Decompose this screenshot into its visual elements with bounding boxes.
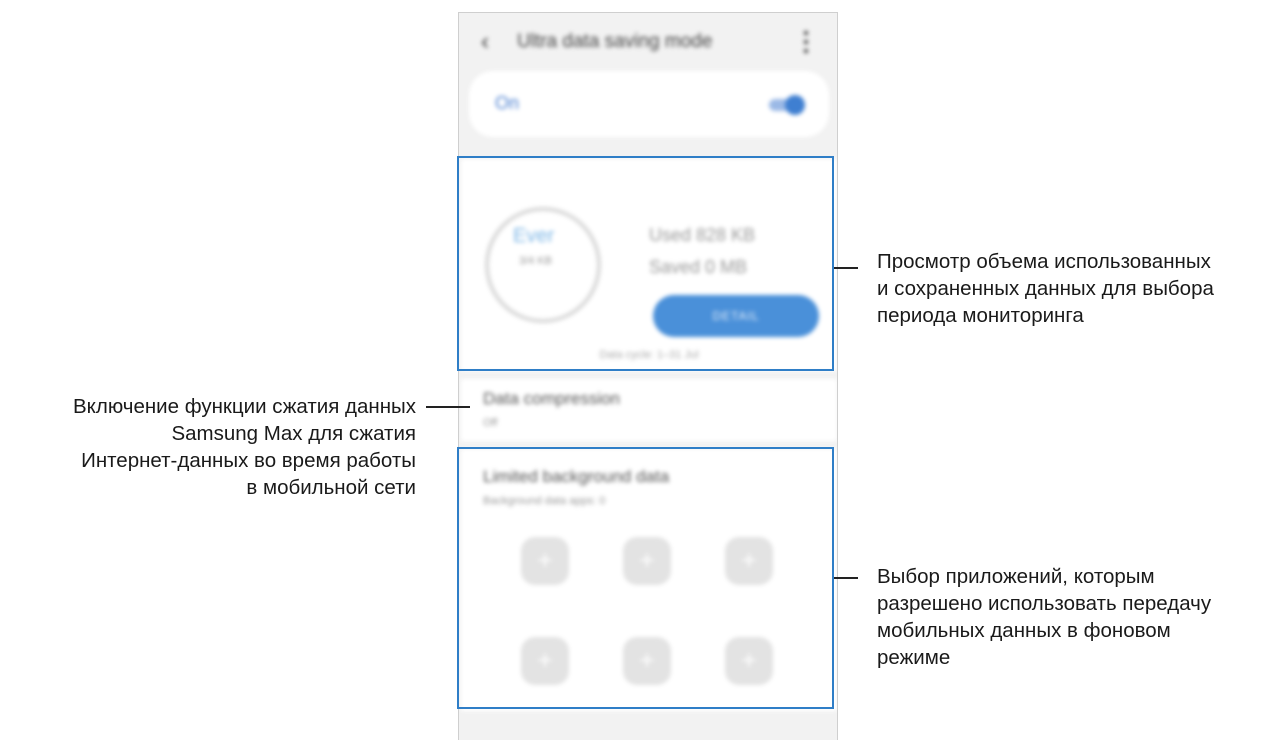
data-compression-row[interactable]: Data compression Off [461,379,837,441]
more-options-icon[interactable] [801,29,811,55]
callout-line: мобильных данных в фоновом [877,619,1171,642]
callout-line: и сохраненных данных для выбора [877,277,1214,300]
compression-leader-line [426,406,470,408]
back-arrow-icon[interactable]: ‹ [481,29,503,55]
callout-line: Выбор приложений, которым [877,565,1155,588]
switch-thumb [785,95,805,115]
callout-line: Интернет-данных во время работы [81,449,416,472]
callout-line: в мобильной сети [246,476,416,499]
callout-line: режиме [877,646,951,669]
toggle-label: On [495,93,520,113]
callout-line: периода мониторинга [877,304,1084,327]
compression-subtitle: Off [483,417,498,429]
mode-toggle-row[interactable]: On [469,71,829,137]
compression-callout: Включение функции сжатия данных Samsung … [8,393,416,501]
callout-line: Samsung Max для сжатия [171,422,416,445]
background-leader-line [834,577,858,579]
mode-switch[interactable] [769,95,805,115]
callout-line: разрешено использовать передачу [877,592,1212,615]
background-highlight-frame [457,447,834,709]
usage-highlight-frame [457,156,834,371]
compression-title: Data compression [483,389,621,408]
callout-line: Просмотр объема использованных [877,250,1211,273]
app-bar: ‹ Ultra data saving mode [459,13,837,71]
usage-leader-line [834,267,858,269]
callout-line: Включение функции сжатия данных [73,395,416,418]
background-callout: Выбор приложений, которым разрешено испо… [877,563,1277,671]
page-title: Ultra data saving mode [517,31,713,52]
usage-callout: Просмотр объема использованных и сохране… [877,248,1277,329]
